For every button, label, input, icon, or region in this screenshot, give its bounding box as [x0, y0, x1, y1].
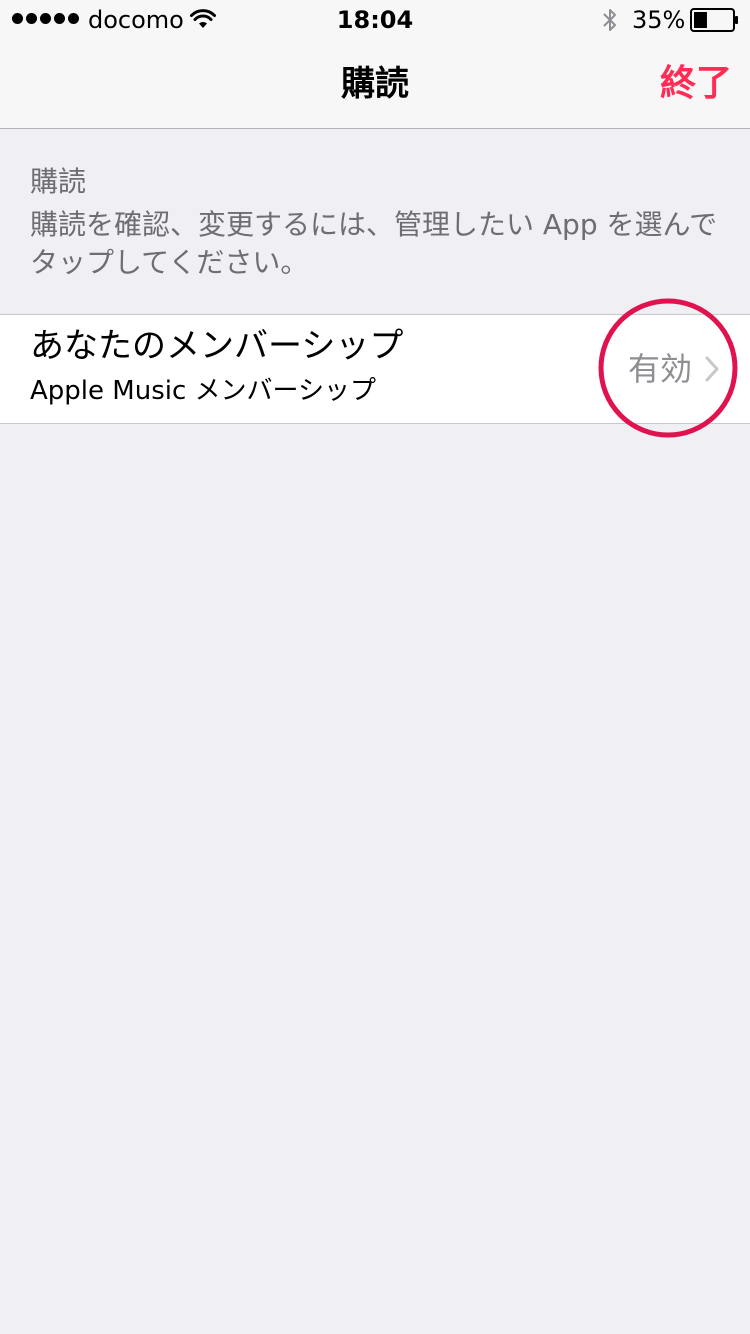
section-description: 購読を確認、変更するには、管理したい App を選んでタップしてください。	[30, 208, 718, 279]
navigation-bar: 購読 終了	[0, 40, 750, 129]
battery-percentage: 35%	[632, 6, 686, 34]
subscription-row[interactable]: あなたのメンバーシップ Apple Music メンバーシップ 有効	[0, 314, 750, 424]
section-header: 購読 購読を確認、変更するには、管理したい App を選んでタップしてください。	[30, 160, 720, 282]
page-title: 購読	[341, 64, 409, 104]
status-bar: docomo 18:04 35%	[0, 0, 750, 40]
done-button[interactable]: 終了	[660, 60, 732, 108]
section-title: 購読	[30, 165, 87, 198]
battery-icon	[690, 8, 738, 32]
bluetooth-icon	[603, 9, 616, 31]
subscription-title: あなたのメンバーシップ	[30, 326, 404, 366]
subscription-status: 有効	[628, 350, 693, 388]
chevron-right-icon	[705, 356, 719, 382]
subscription-subtitle: Apple Music メンバーシップ	[30, 376, 376, 406]
